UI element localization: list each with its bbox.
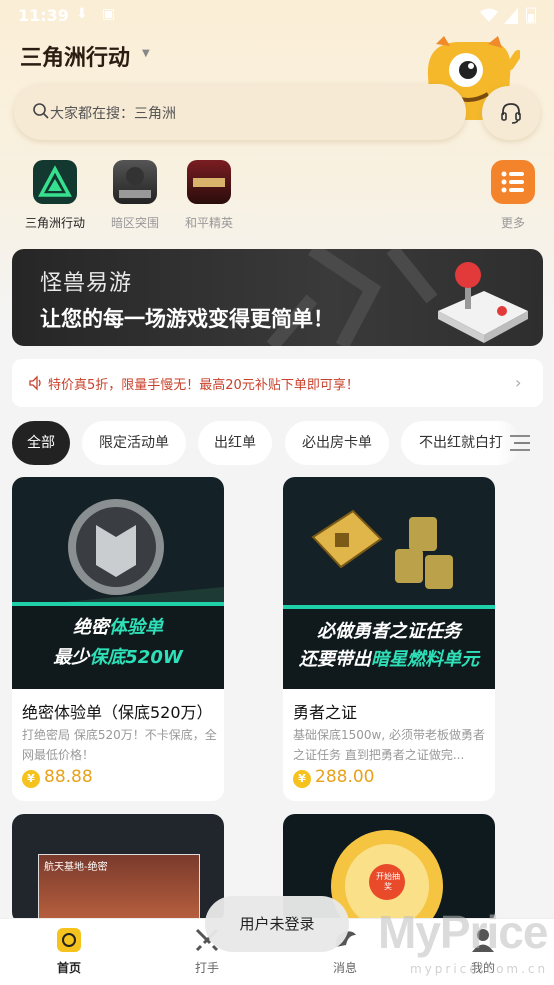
battery-icon xyxy=(526,7,536,24)
chevron-down-icon[interactable]: ▼ xyxy=(142,48,150,59)
price-value: 288.00 xyxy=(315,767,375,787)
banner-brand: 怪兽易游 xyxy=(40,271,133,296)
price-value: 88.88 xyxy=(44,767,93,787)
product-desc: 打绝密局 保底520万！不卡保底，全网最低价格！ xyxy=(22,728,217,762)
search-input[interactable]: 大家都在搜：三角洲 xyxy=(14,84,466,140)
product-caption-line1: 必做勇者之证任务 xyxy=(317,621,461,642)
product-image: 绝密体验单 最少保底520W xyxy=(12,477,224,689)
chevron-right-icon: › xyxy=(515,373,522,392)
game-item-delta-force[interactable]: 三角洲行动 xyxy=(18,160,92,231)
game-label: 更多 xyxy=(500,216,525,230)
coin-icon: ¥ xyxy=(22,770,40,788)
product-image: 航天基地-绝密 xyxy=(12,814,224,924)
game-label: 三角洲行动 xyxy=(24,216,85,230)
product-caption-line2: 最少保底520W xyxy=(53,647,183,668)
product-desc: 基础保底1500w, 必须带老板做勇者之证任务 直到把勇者之证做完... xyxy=(293,728,485,762)
tab-label: 首页 xyxy=(56,961,81,975)
tab-home[interactable]: 首页 xyxy=(24,919,114,985)
delta-force-logo xyxy=(33,160,77,204)
headset-icon xyxy=(501,103,521,124)
tab-label: 消息 xyxy=(332,961,357,975)
game-item-more[interactable]: 更多 xyxy=(476,160,550,231)
tab-limited-event[interactable]: 限定活动单 xyxy=(82,421,186,465)
page-title[interactable]: 三角洲行动 xyxy=(20,40,130,72)
status-time: 11:39 xyxy=(18,6,69,25)
coin-icon: ¥ xyxy=(293,770,311,788)
game-label: 和平精英 xyxy=(184,216,233,230)
watermark: MyPrice xyxy=(378,906,548,958)
product-title: 绝密体验单（保底520万） xyxy=(22,703,213,722)
list-icon xyxy=(491,160,535,204)
home-icon xyxy=(57,928,81,952)
joystick-icon xyxy=(438,262,528,343)
game-label: 暗区突围 xyxy=(110,216,159,230)
product-card[interactable]: 绝密体验单 最少保底520W 绝密体验单（保底520万） 打绝密局 保底520万… xyxy=(12,477,224,801)
product-caption-line2: 还要带出暗星燃料单元 xyxy=(299,649,479,670)
status-bar: 11:39 ⬇ ▣ xyxy=(0,0,554,32)
peacekeeper-elite-logo xyxy=(187,160,231,204)
watermark-sub: myprice.com.cn xyxy=(410,962,549,976)
tab-label: 打手 xyxy=(194,961,219,975)
banner-slogan: 让您的每一场游戏变得更简单！ xyxy=(40,307,334,331)
login-toast: 用户未登录 xyxy=(205,896,349,952)
search-placeholder: 大家都在搜：三角洲 xyxy=(50,106,176,122)
promo-banner[interactable]: 怪兽易游 让您的每一场游戏变得更简单！ xyxy=(12,249,543,346)
tab-all[interactable]: 全部 xyxy=(12,421,70,465)
speaker-icon xyxy=(29,375,41,391)
image-caption: 航天基地-绝密 xyxy=(44,862,108,873)
product-title: 勇者之证 xyxy=(293,703,358,722)
product-card[interactable]: 必做勇者之证任务 还要带出暗星燃料单元 勇者之证 基础保底1500w, 必须带老… xyxy=(283,477,495,801)
image-caption: 开始抽奖 xyxy=(376,872,400,891)
arena-breakout-logo xyxy=(113,160,157,204)
tab-room-card[interactable]: 必出房卡单 xyxy=(285,421,389,465)
notice-bar[interactable]: 特价真5折，限量手慢无！最高20元补贴下单即可享！ › xyxy=(12,359,543,407)
customer-service-button[interactable] xyxy=(482,86,540,140)
tab-red-drop[interactable]: 出红单 xyxy=(198,421,272,465)
notice-text: 特价真5折，限量手慢无！最高20元补贴下单即可享！ xyxy=(48,378,359,393)
search-icon xyxy=(33,103,49,119)
game-item-arena-breakout[interactable]: 暗区突围 xyxy=(98,160,172,231)
wifi-icon xyxy=(480,8,498,22)
product-caption-line1: 绝密体验单 xyxy=(73,617,163,638)
notification-icon: ▣ xyxy=(102,6,116,22)
product-image: 必做勇者之证任务 还要带出暗星燃料单元 xyxy=(283,477,495,689)
game-item-peacekeeper-elite[interactable]: 和平精英 xyxy=(172,160,246,231)
product-card[interactable]: 航天基地-绝密 xyxy=(12,814,224,924)
tabs-menu-button[interactable] xyxy=(498,421,554,465)
menu-icon xyxy=(510,435,530,451)
download-icon: ⬇ xyxy=(76,6,88,22)
filter-tabs: 全部 限定活动单 出红单 必出房卡单 不出红就白打 xyxy=(0,421,554,465)
signal-icon xyxy=(504,8,518,24)
